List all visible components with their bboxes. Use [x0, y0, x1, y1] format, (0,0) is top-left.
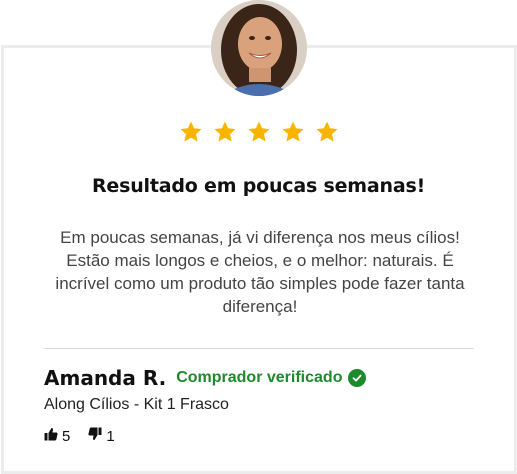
unhelpful-button[interactable]: 1	[88, 427, 115, 445]
helpful-count: 5	[62, 427, 71, 445]
divider	[43, 348, 474, 349]
avatar-image	[211, 0, 307, 96]
star-icon	[247, 120, 271, 144]
star-icon	[315, 120, 339, 144]
verified-badge: Comprador verificado	[176, 369, 367, 387]
star-icon	[179, 120, 203, 144]
vote-controls: 5 1	[44, 427, 115, 445]
check-circle-icon	[348, 369, 367, 387]
star-icon	[281, 120, 305, 144]
star-icon	[213, 120, 237, 144]
helpful-button[interactable]: 5	[44, 427, 70, 445]
thumbs-up-icon	[44, 427, 58, 445]
review-title: Resultado em poucas semanas!	[91, 175, 426, 197]
reviewer-info: Amanda R. Comprador verificado	[44, 366, 367, 390]
review-body: Em poucas semanas, já vi diferença nos m…	[55, 228, 465, 316]
reviewer-name: Amanda R.	[44, 366, 167, 390]
verified-label: Comprador verificado	[176, 369, 343, 386]
rating-stars	[0, 120, 517, 144]
thumbs-down-icon	[88, 427, 102, 445]
unhelpful-count: 1	[106, 427, 115, 445]
avatar	[211, 0, 307, 96]
product-name: Along Cílios - Kit 1 Frasco	[44, 396, 229, 413]
